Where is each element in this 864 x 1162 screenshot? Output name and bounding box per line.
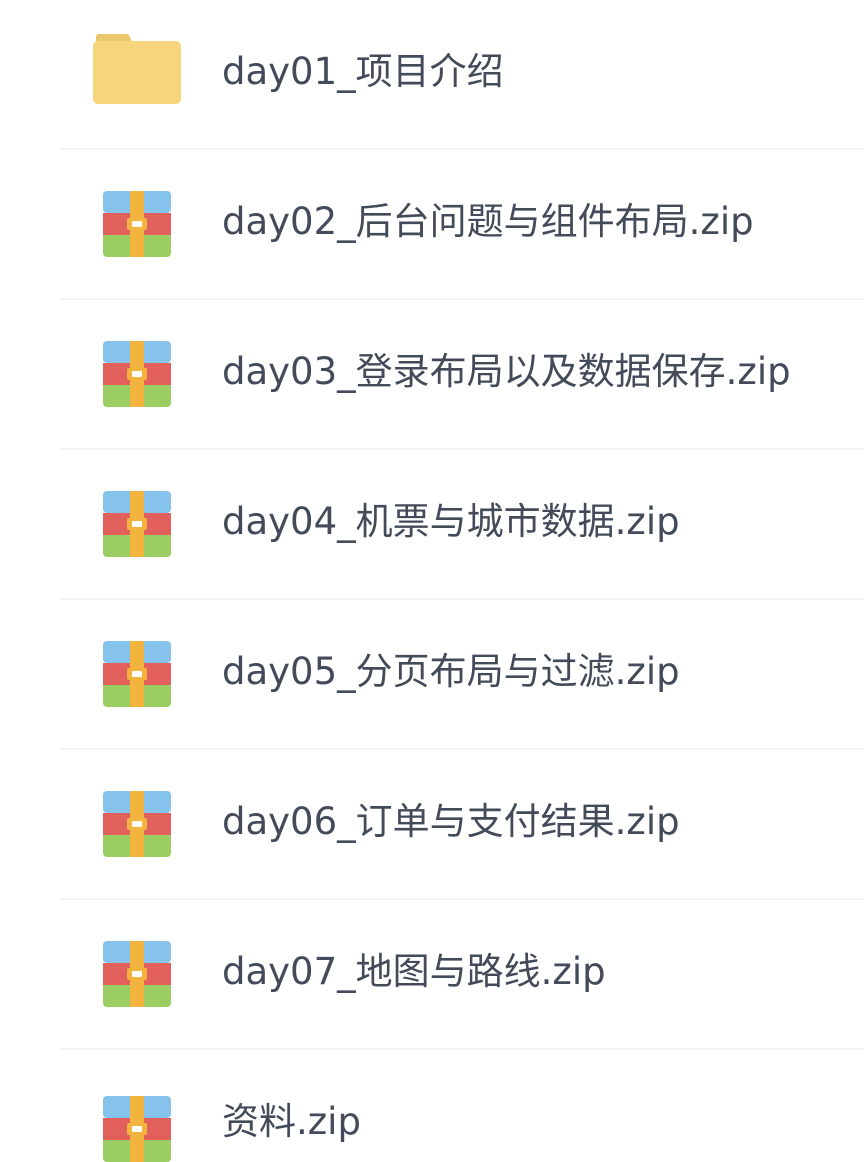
file-name: 资料.zip <box>222 1100 361 1143</box>
zip-archive-icon <box>103 191 171 257</box>
file-name: day07_地图与路线.zip <box>222 950 606 993</box>
zip-archive-icon <box>103 941 171 1007</box>
file-row-day05[interactable]: day05_分页布局与过滤.zip <box>0 600 864 750</box>
folder-icon <box>93 34 181 104</box>
zip-archive-icon <box>103 1096 171 1162</box>
file-row-day04[interactable]: day04_机票与城市数据.zip <box>0 450 864 600</box>
file-row-ziliao[interactable]: 资料.zip <box>0 1050 864 1162</box>
file-row-day01[interactable]: day01_项目介绍 <box>0 0 864 150</box>
file-name: day05_分页布局与过滤.zip <box>222 650 680 693</box>
zip-archive-icon <box>103 641 171 707</box>
file-name: day03_登录布局以及数据保存.zip <box>222 350 791 393</box>
file-row-day02[interactable]: day02_后台问题与组件布局.zip <box>0 150 864 300</box>
file-row-day07[interactable]: day07_地图与路线.zip <box>0 900 864 1050</box>
file-row-day03[interactable]: day03_登录布局以及数据保存.zip <box>0 300 864 450</box>
zip-archive-icon <box>103 341 171 407</box>
zip-archive-icon <box>103 791 171 857</box>
zip-archive-icon <box>103 491 171 557</box>
file-name: day01_项目介绍 <box>222 50 504 93</box>
file-row-day06[interactable]: day06_订单与支付结果.zip <box>0 750 864 900</box>
file-name: day06_订单与支付结果.zip <box>222 800 680 843</box>
file-name: day04_机票与城市数据.zip <box>222 500 680 543</box>
file-name: day02_后台问题与组件布局.zip <box>222 200 754 243</box>
file-list: day01_项目介绍 day02_后台问题与组件布局.zip day03_登录布… <box>0 0 864 1162</box>
